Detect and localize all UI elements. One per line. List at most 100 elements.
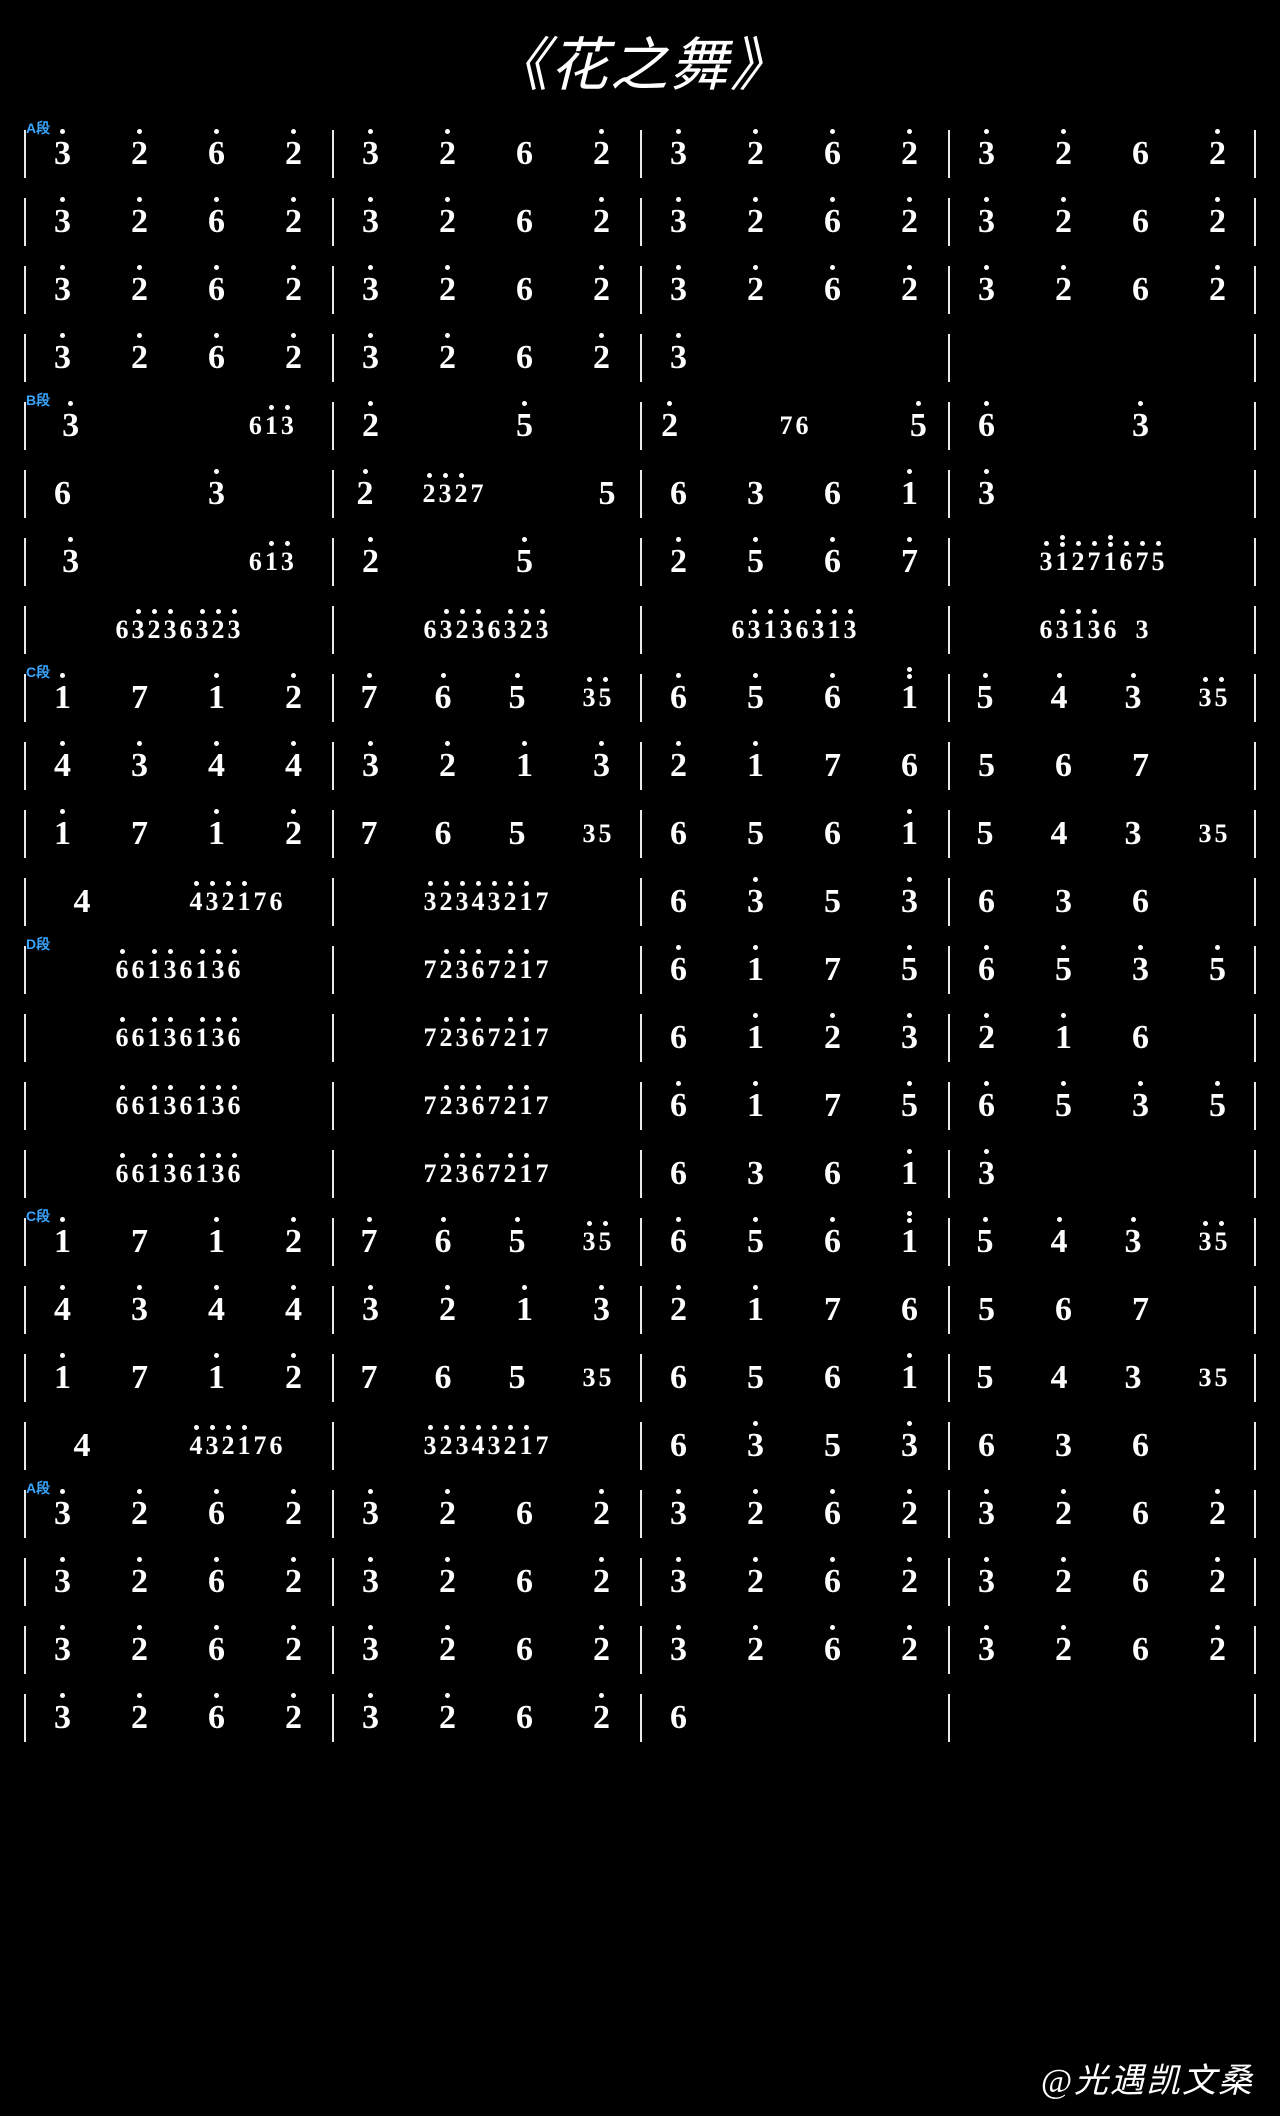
- notes-row: 4344: [24, 1276, 332, 1344]
- note: 3: [53, 137, 73, 171]
- beat-slot: 1: [53, 817, 73, 851]
- note: 6: [1038, 617, 1054, 643]
- note: 7: [534, 1161, 550, 1187]
- note: 5: [1213, 1229, 1229, 1255]
- beat-slot: 6: [669, 1021, 689, 1055]
- beat-slot: 2: [900, 205, 920, 239]
- notes-row: 3262: [948, 188, 1256, 256]
- beat-slot: 6: [1131, 1429, 1151, 1463]
- note: 6: [1118, 549, 1134, 575]
- beat-slot: 66136136: [114, 957, 242, 983]
- note: 6: [1131, 1633, 1151, 1667]
- beat-slot: 3: [1054, 1429, 1074, 1463]
- note: 3: [581, 1365, 597, 1391]
- note: 7: [130, 681, 150, 715]
- note: 2: [669, 545, 689, 579]
- beat-slot: 4: [1049, 1361, 1069, 1395]
- measure: 6123: [640, 1004, 948, 1072]
- beat-slot: 2: [130, 1497, 150, 1531]
- beat-slot: 6: [669, 817, 689, 851]
- score-line: 171276535656154335: [24, 800, 1256, 868]
- note: 1: [515, 1293, 535, 1327]
- measure: 1712: [24, 664, 332, 732]
- note: 6: [669, 1089, 689, 1123]
- note: 6: [669, 1021, 689, 1055]
- note: 3: [900, 1021, 920, 1055]
- beat-slot: 4: [284, 749, 304, 783]
- beat-slot: 6: [669, 1089, 689, 1123]
- beat-slot: 0: [1131, 477, 1151, 511]
- note: 3: [361, 1633, 381, 1667]
- measure: 72367217: [332, 1004, 640, 1072]
- note: 4: [284, 1293, 304, 1327]
- note: 6: [207, 137, 227, 171]
- notes-row: 6175: [640, 1072, 948, 1140]
- note: 3: [53, 205, 73, 239]
- note: 2: [130, 1701, 150, 1735]
- beat-slot: 2: [284, 273, 304, 307]
- beat-slot: 0: [1054, 1157, 1074, 1191]
- beat-slot: 6: [515, 1633, 535, 1667]
- notes-row: 3262: [640, 256, 948, 324]
- measures: 171276535656154335: [24, 1344, 1256, 1412]
- measure: 3262: [948, 1548, 1256, 1616]
- note: 2: [284, 817, 304, 851]
- notes-row: 3000: [948, 1140, 1256, 1208]
- note: 6: [207, 273, 227, 307]
- note: 3: [61, 409, 81, 443]
- note: 3: [1123, 681, 1143, 715]
- score-line: 6030223270563613000: [24, 460, 1256, 528]
- beat-slot: 1: [900, 1225, 920, 1259]
- beat-slot: 2: [592, 1497, 612, 1531]
- measure: 5670: [948, 1276, 1256, 1344]
- notes-row: 76535: [332, 664, 640, 732]
- beat-slot: 7: [900, 545, 920, 579]
- note: 7: [900, 545, 920, 579]
- score-line: 4344321321765670: [24, 1276, 1256, 1344]
- beat-slot: 2: [592, 341, 612, 375]
- note: 6: [130, 1093, 146, 1119]
- note: 6: [823, 1225, 843, 1259]
- note: 2: [361, 409, 381, 443]
- beat-slot: 5: [1208, 953, 1228, 987]
- note: 2: [900, 137, 920, 171]
- note: 6: [977, 953, 997, 987]
- notes-row: 5670: [948, 732, 1256, 800]
- notes-row: 6360: [948, 868, 1256, 936]
- measure: 3262: [332, 1548, 640, 1616]
- note: 3: [361, 1497, 381, 1531]
- beat-slot: 2: [592, 1565, 612, 1599]
- note: 3: [454, 1093, 470, 1119]
- beat-slot: 3: [669, 341, 689, 375]
- note: 3: [361, 1701, 381, 1735]
- beat-slot: 2: [1054, 1565, 1074, 1599]
- measures: 6030223270563613000: [24, 460, 1256, 528]
- note: 2: [1054, 205, 1074, 239]
- measure: 6360: [948, 1412, 1256, 1480]
- note: 2: [592, 137, 612, 171]
- note: 6: [1131, 205, 1151, 239]
- beat-slot: 3: [592, 749, 612, 783]
- measure: 3262: [24, 1548, 332, 1616]
- beat-slot: 5: [515, 409, 535, 443]
- beat-slot: 2: [130, 205, 150, 239]
- note: 6: [130, 957, 146, 983]
- note: 3: [454, 1433, 470, 1459]
- beat-slot: 5: [507, 1361, 527, 1395]
- measure: 6361: [640, 1140, 948, 1208]
- note: 6: [114, 1025, 130, 1051]
- beat-slot: 5: [823, 885, 843, 919]
- beat-slot: 3: [361, 1633, 381, 1667]
- beat-slot: 35: [1197, 1229, 1229, 1255]
- note: 5: [597, 477, 617, 511]
- beat-slot: 2: [900, 137, 920, 171]
- note: 2: [130, 1565, 150, 1599]
- measure: 3262: [24, 256, 332, 324]
- beat-slot: 6: [1131, 1633, 1151, 1667]
- score-body: A段32623262326232623262326232623262326232…: [0, 112, 1280, 1752]
- measure: 66136136: [24, 936, 332, 1004]
- measure: 6561: [640, 800, 948, 868]
- beat-slot: 432176: [188, 1433, 284, 1459]
- notes-row: 6030: [948, 392, 1256, 460]
- note: 2: [1208, 205, 1228, 239]
